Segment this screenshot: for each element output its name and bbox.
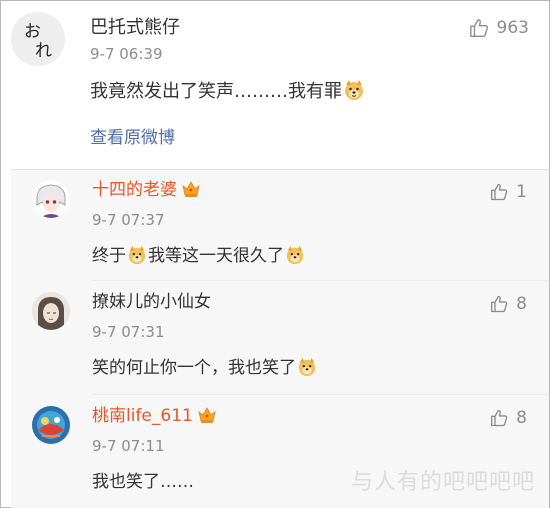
comment-username[interactable]: 巴托式熊仔 bbox=[90, 17, 180, 39]
reply-username[interactable]: 十四的老婆 bbox=[92, 179, 201, 204]
reply-text-part: 终于 bbox=[92, 246, 126, 266]
avatar[interactable]: お れ bbox=[11, 12, 65, 66]
like-button[interactable]: 8 bbox=[490, 294, 527, 314]
doge-emoji bbox=[285, 245, 305, 272]
divider bbox=[92, 280, 549, 281]
thumbs-up-icon bbox=[491, 183, 508, 201]
reply-text-part: 笑的何止你一个，我也笑了 bbox=[92, 358, 296, 378]
crown-icon bbox=[181, 180, 201, 204]
comment-text: 我竟然发出了笑声………我有罪 bbox=[90, 79, 366, 108]
avatar-handwriting-image: お れ bbox=[11, 12, 65, 66]
comment-panel: お れ 巴托式熊仔 9-7 06:39 我竟然发出了笑声………我有罪 查看原微博… bbox=[0, 0, 550, 508]
avatar[interactable] bbox=[32, 292, 70, 330]
svg-text:お: お bbox=[24, 22, 41, 42]
avatar-anime-image bbox=[32, 180, 70, 218]
reply-time: 9-7 07:31 bbox=[92, 323, 165, 341]
reply-text: 终于 我等这一天很久了 bbox=[92, 244, 306, 272]
avatar[interactable] bbox=[32, 180, 70, 218]
reply-username-text: 十四的老婆 bbox=[92, 180, 177, 200]
avatar[interactable] bbox=[32, 406, 70, 444]
doge-emoji bbox=[127, 245, 147, 272]
avatar-colorful-image bbox=[32, 406, 70, 444]
reply-list: 十四的老婆 9-7 07:37 终于 我等这一天很久了 1 撩妹儿的小仙女 9-… bbox=[11, 169, 549, 508]
crown-icon bbox=[197, 406, 217, 430]
thumbs-up-icon bbox=[491, 295, 508, 313]
like-count: 8 bbox=[516, 294, 527, 314]
like-button[interactable]: 963 bbox=[469, 17, 529, 39]
divider bbox=[92, 394, 549, 395]
thumbs-up-icon bbox=[491, 409, 508, 427]
reply-text: 笑的何止你一个，我也笑了 bbox=[92, 356, 318, 384]
list-item: 撩妹儿的小仙女 9-7 07:31 笑的何止你一个，我也笑了 8 bbox=[11, 282, 549, 392]
main-comment: お れ 巴托式熊仔 9-7 06:39 我竟然发出了笑声………我有罪 查看原微博… bbox=[1, 1, 549, 169]
like-button[interactable]: 1 bbox=[490, 182, 527, 202]
like-button[interactable]: 8 bbox=[490, 408, 527, 428]
reply-text-part: 我等这一天很久了 bbox=[148, 246, 284, 266]
comment-time: 9-7 06:39 bbox=[90, 45, 163, 63]
svg-text:れ: れ bbox=[35, 41, 52, 61]
comment-text-body: 我竟然发出了笑声………我有罪 bbox=[90, 81, 342, 102]
like-count: 8 bbox=[516, 408, 527, 428]
list-item: 十四的老婆 9-7 07:37 终于 我等这一天很久了 1 bbox=[11, 170, 549, 280]
reply-username[interactable]: 桃南life_611 bbox=[92, 405, 217, 430]
avatar-girl-sketch-image bbox=[32, 292, 70, 330]
doge-emoji bbox=[343, 79, 365, 108]
reply-time: 9-7 07:11 bbox=[92, 437, 165, 455]
watermark: 与人有的吧吧吧吧 bbox=[350, 470, 535, 495]
doge-emoji bbox=[297, 357, 317, 384]
view-original-weibo-link[interactable]: 查看原微博 bbox=[90, 127, 175, 149]
reply-text: 我也笑了…… bbox=[92, 472, 194, 492]
like-count: 963 bbox=[496, 18, 529, 38]
like-count: 1 bbox=[516, 182, 527, 202]
reply-username-text: 桃南life_611 bbox=[92, 406, 193, 426]
reply-time: 9-7 07:37 bbox=[92, 211, 165, 229]
reply-username[interactable]: 撩妹儿的小仙女 bbox=[92, 291, 211, 313]
thumbs-up-icon bbox=[469, 19, 488, 37]
